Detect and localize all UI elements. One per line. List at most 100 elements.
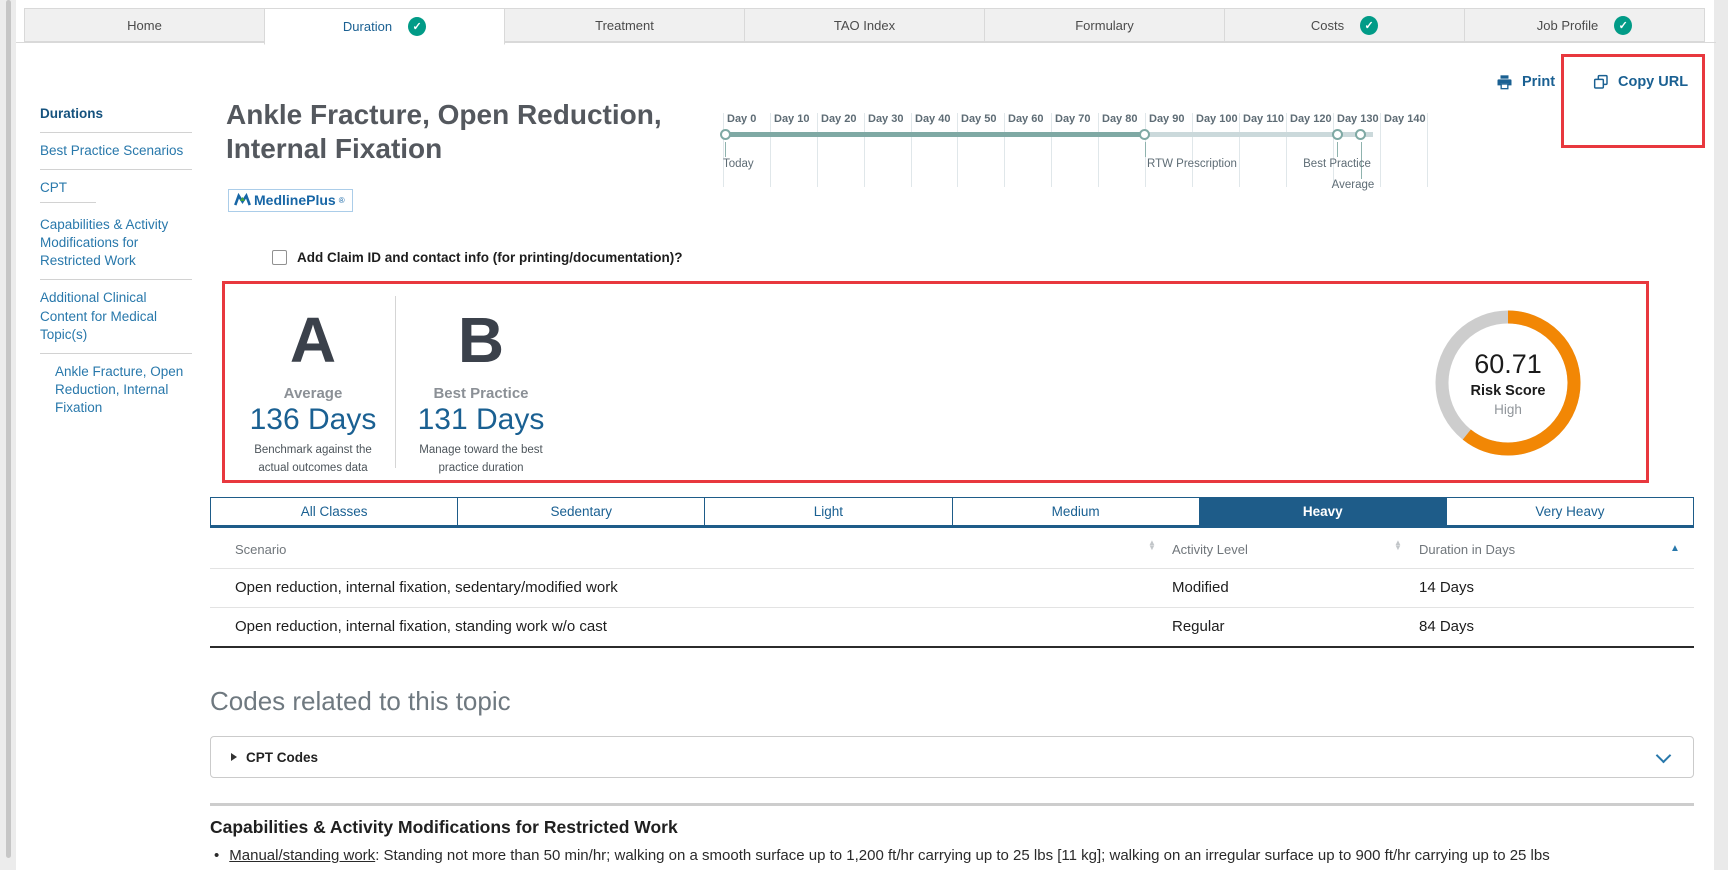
timeline-day-label: Day 100 — [1196, 113, 1238, 125]
class-tab-very-heavy[interactable]: Very Heavy — [1447, 498, 1693, 525]
timeline-day-label: Day 50 — [961, 113, 996, 125]
class-tab-medium[interactable]: Medium — [953, 498, 1200, 525]
tab-formulary[interactable]: Formulary — [984, 8, 1225, 42]
cell-scenario: Open reduction, internal fixation, seden… — [235, 569, 618, 607]
risk-score-level: High — [1494, 402, 1522, 417]
best-practice-label: Best Practice — [401, 385, 561, 402]
column-header-scenario[interactable]: Scenario — [235, 531, 286, 568]
left-scrollbar-track — [0, 0, 16, 870]
class-tab-heavy[interactable]: Heavy — [1200, 498, 1447, 525]
timeline-day-label: Day 110 — [1243, 113, 1284, 125]
tab-costs[interactable]: Costs ✓ — [1224, 8, 1465, 42]
tab-duration[interactable]: Duration ✓ — [264, 8, 505, 45]
right-page-edge — [1714, 0, 1728, 870]
timeline-day-label: Day 120 — [1290, 113, 1332, 125]
chevron-down-icon[interactable] — [1656, 748, 1672, 764]
codes-section-heading: Codes related to this topic — [210, 686, 511, 717]
left-scrollbar-thumb[interactable] — [6, 0, 11, 858]
best-practice-letter: B — [401, 310, 561, 371]
duration-timeline: Day 0 Day 10 Day 20 Day 30 Day 40 Day 50… — [723, 113, 1435, 193]
sidebar-divider — [40, 202, 96, 203]
timeline-dot-today — [720, 129, 731, 140]
column-header-duration[interactable]: Duration in Days — [1419, 531, 1515, 568]
class-tab-all-classes[interactable]: All Classes — [211, 498, 458, 525]
timeline-day-label: Day 80 — [1102, 113, 1137, 125]
timeline-day-label: Day 70 — [1055, 113, 1090, 125]
timeline-day-label: Day 0 — [727, 113, 756, 125]
timeline-day-label: Day 60 — [1008, 113, 1043, 125]
best-practice-description: Manage toward the best practice duration — [410, 442, 552, 478]
average-duration-card: A Average 136 Days Benchmark against the… — [233, 310, 393, 477]
sort-icon[interactable]: ▲▼ — [1148, 541, 1156, 551]
table-row[interactable]: Open reduction, internal fixation, stand… — [210, 608, 1694, 648]
sidebar-item-cpt[interactable]: CPT — [40, 170, 192, 201]
checkmark-icon: ✓ — [1614, 16, 1632, 35]
section-divider — [210, 803, 1694, 806]
timeline-elapsed-segment — [724, 132, 1145, 137]
class-tab-sedentary[interactable]: Sedentary — [458, 498, 705, 525]
claim-info-checkbox[interactable] — [272, 250, 287, 265]
timeline-day-label: Day 90 — [1149, 113, 1184, 125]
checkmark-icon: ✓ — [408, 17, 426, 36]
sidebar-nav: Durations Best Practice Scenarios CPT Ca… — [40, 96, 192, 427]
average-label: Average — [233, 385, 393, 402]
work-class-tabbar: All Classes Sedentary Light Medium Heavy… — [210, 497, 1694, 528]
claim-info-row: Add Claim ID and contact info (for print… — [272, 250, 682, 265]
tab-tao-index[interactable]: TAO Index — [744, 8, 985, 42]
table-row[interactable]: Open reduction, internal fixation, seden… — [210, 569, 1694, 608]
average-description: Benchmark against the actual outcomes da… — [242, 442, 384, 478]
timeline-day-label: Day 20 — [821, 113, 856, 125]
collapsed-triangle-icon — [231, 753, 237, 761]
timeline-dot-best-practice — [1332, 129, 1343, 140]
capabilities-bullet: •Manual/standing work: Standing not more… — [214, 845, 1706, 868]
page: Home Duration ✓ Treatment TAO Index Form… — [0, 0, 1728, 870]
tab-treatment[interactable]: Treatment — [504, 8, 745, 42]
copy-url-button[interactable]: Copy URL — [1593, 74, 1688, 90]
page-title: Ankle Fracture, Open Reduction, Internal… — [226, 98, 686, 165]
capabilities-bullet-text: : Standing not more than 50 min/hr; walk… — [375, 847, 1550, 864]
timeline-day-label: Day 130 — [1337, 113, 1379, 125]
checkmark-icon: ✓ — [1360, 16, 1378, 35]
cpt-codes-label: CPT Codes — [246, 750, 318, 765]
copy-url-highlight-box — [1561, 54, 1705, 148]
risk-score-value: 60.71 — [1474, 349, 1542, 380]
timeline-marker-rtw-prescription: RTW Prescription — [1147, 158, 1237, 170]
duration-summary-panel: A Average 136 Days Benchmark against the… — [222, 281, 1649, 483]
sidebar-item-best-practice-scenarios[interactable]: Best Practice Scenarios — [40, 133, 192, 170]
sidebar-item-capabilities[interactable]: Capabilities & Activity Modifications fo… — [40, 207, 192, 281]
timeline-day-label: Day 30 — [868, 113, 903, 125]
medlineplus-logo-icon — [234, 193, 251, 207]
cell-duration: 14 Days — [1419, 569, 1474, 607]
scenario-table-header: Scenario ▲▼ Activity Level ▲▼ Duration i… — [210, 531, 1694, 569]
timeline-day-label: Day 140 — [1384, 113, 1426, 125]
capabilities-heading: Capabilities & Activity Modifications fo… — [210, 817, 678, 838]
card-divider — [395, 296, 396, 468]
sidebar-item-ankle-fracture[interactable]: Ankle Fracture, Open Reduction, Internal… — [40, 354, 192, 427]
sort-ascending-icon[interactable]: ▲ — [1670, 543, 1680, 554]
cell-scenario: Open reduction, internal fixation, stand… — [235, 608, 607, 646]
best-practice-duration-card: B Best Practice 131 Days Manage toward t… — [401, 310, 561, 477]
cell-activity-level: Regular — [1172, 608, 1225, 646]
copy-icon — [1593, 74, 1609, 90]
risk-score-label: Risk Score — [1471, 383, 1546, 399]
print-button[interactable]: Print — [1496, 74, 1555, 90]
cell-activity-level: Modified — [1172, 569, 1229, 607]
class-tab-light[interactable]: Light — [705, 498, 952, 525]
timeline-marker-best-practice: Best Practice — [1293, 158, 1381, 170]
capabilities-bullet-term: Manual/standing work — [229, 847, 375, 864]
cpt-codes-accordion[interactable]: CPT Codes — [210, 736, 1694, 778]
sort-icon[interactable]: ▲▼ — [1394, 541, 1402, 551]
average-days-value: 136 Days — [233, 403, 393, 436]
cell-duration: 84 Days — [1419, 608, 1474, 646]
column-header-activity-level[interactable]: Activity Level — [1172, 531, 1248, 568]
medlineplus-badge[interactable]: MedlinePlus® — [228, 189, 353, 212]
tab-home[interactable]: Home — [24, 8, 265, 42]
scenario-table: Scenario ▲▼ Activity Level ▲▼ Duration i… — [210, 531, 1694, 648]
sidebar-item-additional-clinical-content[interactable]: Additional Clinical Content for Medical … — [40, 280, 192, 354]
timeline-day-label: Day 10 — [774, 113, 809, 125]
tab-job-profile[interactable]: Job Profile ✓ — [1464, 8, 1705, 42]
sidebar-item-durations[interactable]: Durations — [40, 96, 192, 133]
average-letter: A — [233, 310, 393, 371]
best-practice-days-value: 131 Days — [401, 403, 561, 436]
timeline-dot-rtw — [1139, 129, 1150, 140]
